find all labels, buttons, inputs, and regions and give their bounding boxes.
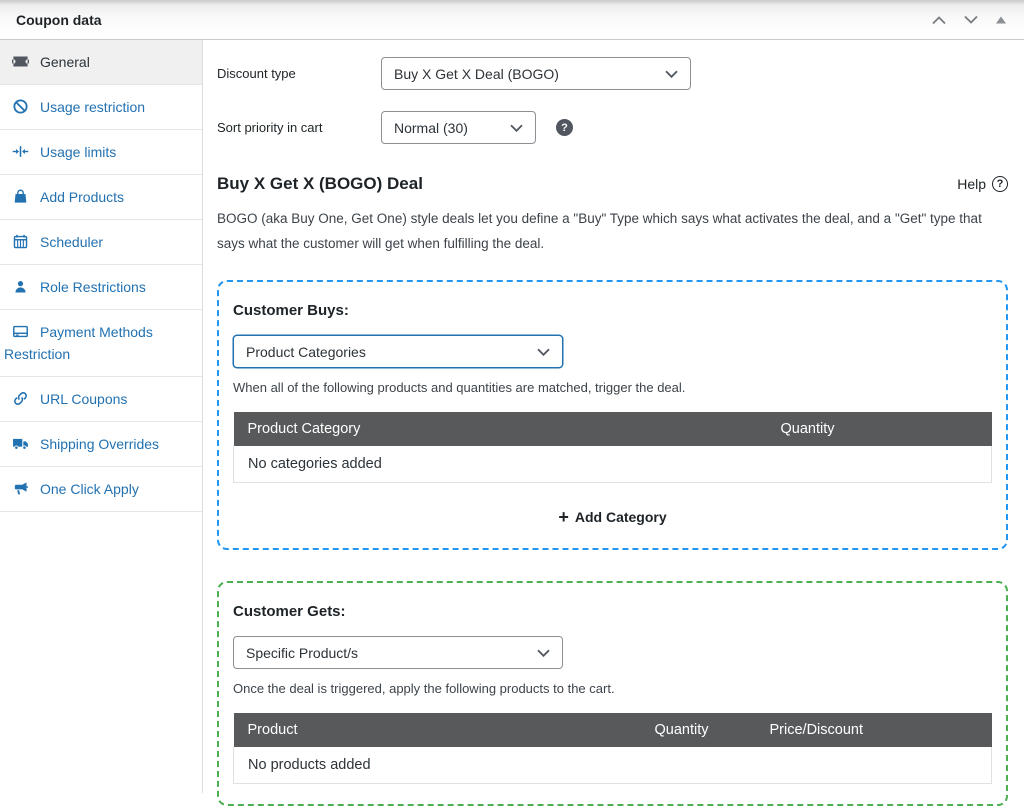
chevron-down-icon [510,124,523,132]
metabox-body: General Usage restriction Usage limits A… [0,40,1024,793]
buy-type-select[interactable]: Product Categories [233,335,563,368]
chevron-down-icon [537,649,550,657]
discount-type-row: Discount type Buy X Get X Deal (BOGO) [217,57,1008,90]
add-category-row: + Add Category [233,483,992,528]
discount-type-label: Discount type [217,66,381,81]
tab-general[interactable]: General [0,40,202,85]
bogo-description: BOGO (aka Buy One, Get One) style deals … [217,206,1008,256]
chevron-up-icon [931,14,947,26]
table-empty-row: No products added [234,747,992,784]
customer-gets-section: Customer Gets: Specific Product/s Once t… [217,581,1008,806]
sort-priority-value: Normal (30) [394,120,468,136]
tab-scheduler[interactable]: Scheduler [0,220,202,265]
discount-type-select[interactable]: Buy X Get X Deal (BOGO) [381,57,691,90]
tab-label: URL Coupons [40,391,127,407]
tab-usage-limits[interactable]: Usage limits [0,130,202,175]
discount-type-value: Buy X Get X Deal (BOGO) [394,66,559,82]
sort-priority-select[interactable]: Normal (30) [381,111,536,144]
tab-label: One Click Apply [40,481,139,497]
chevron-down-icon [537,348,550,356]
question-circle-outline-icon: ? [992,176,1008,192]
column-quantity: Quantity [767,412,992,446]
help-link-label: Help [957,176,986,192]
column-price-discount: Price/Discount [756,713,992,747]
plus-icon: + [558,508,569,526]
chevron-down-icon [963,14,979,26]
table-header-row: Product Category Quantity [234,412,992,446]
get-type-select[interactable]: Specific Product/s [233,636,563,669]
toggle-panel-button[interactable] [988,11,1014,29]
customer-buys-heading: Customer Buys: [233,302,992,319]
tab-one-click-apply[interactable]: One Click Apply [0,467,202,512]
tab-label: Role Restrictions [40,279,146,295]
metabox-header: Coupon data [0,0,1024,40]
tab-role-restrictions[interactable]: Role Restrictions [0,265,202,310]
tab-payment-methods-restriction[interactable]: Payment Methods Restriction [0,310,202,377]
chevron-down-icon [665,70,678,78]
coupon-data-metabox: Coupon data [0,0,1024,793]
tab-shipping-overrides[interactable]: Shipping Overrides [0,422,202,467]
tab-label: Scheduler [40,234,103,250]
tab-usage-restriction[interactable]: Usage restriction [0,85,202,130]
buy-type-value: Product Categories [246,344,366,360]
tab-label: Usage limits [40,144,116,160]
coupon-tabs: General Usage restriction Usage limits A… [0,40,203,793]
tab-add-products[interactable]: Add Products [0,175,202,220]
customer-buys-table: Product Category Quantity No categories … [233,412,992,483]
limits-arrows-icon [12,143,29,160]
add-category-label: Add Category [575,509,667,525]
metabox-title: Coupon data [16,12,102,28]
customer-gets-helper: Once the deal is triggered, apply the fo… [233,681,992,696]
triangle-up-icon [995,15,1007,25]
tab-label: Usage restriction [40,99,145,115]
customer-gets-heading: Customer Gets: [233,603,992,620]
tab-url-coupons[interactable]: URL Coupons [0,377,202,422]
tab-label: Shipping Overrides [40,436,159,452]
customer-buys-section: Customer Buys: Product Categories When a… [217,280,1008,550]
empty-categories-cell: No categories added [234,446,992,483]
help-link[interactable]: Help ? [957,176,1008,192]
megaphone-icon [12,480,29,497]
get-type-value: Specific Product/s [246,645,358,661]
column-product-category: Product Category [234,412,767,446]
table-empty-row: No categories added [234,446,992,483]
sort-priority-label: Sort priority in cart [217,120,381,135]
metabox-controls [924,10,1014,30]
credit-card-icon [12,323,29,340]
link-icon [12,390,29,407]
column-product: Product [234,713,641,747]
table-header-row: Product Quantity Price/Discount [234,713,992,747]
move-down-button[interactable] [956,10,986,30]
user-icon [12,278,29,295]
bogo-header: Buy X Get X (BOGO) Deal Help ? [217,174,1008,194]
ban-icon [12,98,29,115]
tab-label: Add Products [40,189,124,205]
truck-icon [12,435,29,452]
question-circle-icon[interactable]: ? [556,119,573,136]
ticket-icon [12,53,29,70]
customer-buys-helper: When all of the following products and q… [233,380,992,395]
customer-gets-table: Product Quantity Price/Discount No produ… [233,713,992,784]
general-panel: Discount type Buy X Get X Deal (BOGO) So… [203,40,1024,793]
empty-products-cell: No products added [234,747,992,784]
calendar-icon [12,233,29,250]
sort-priority-row: Sort priority in cart Normal (30) ? [217,111,1008,144]
shopping-bag-icon [12,188,29,205]
bogo-heading: Buy X Get X (BOGO) Deal [217,174,423,194]
move-up-button[interactable] [924,10,954,30]
add-category-button[interactable]: + Add Category [552,507,672,527]
column-quantity: Quantity [641,713,756,747]
tab-label: General [40,54,90,70]
